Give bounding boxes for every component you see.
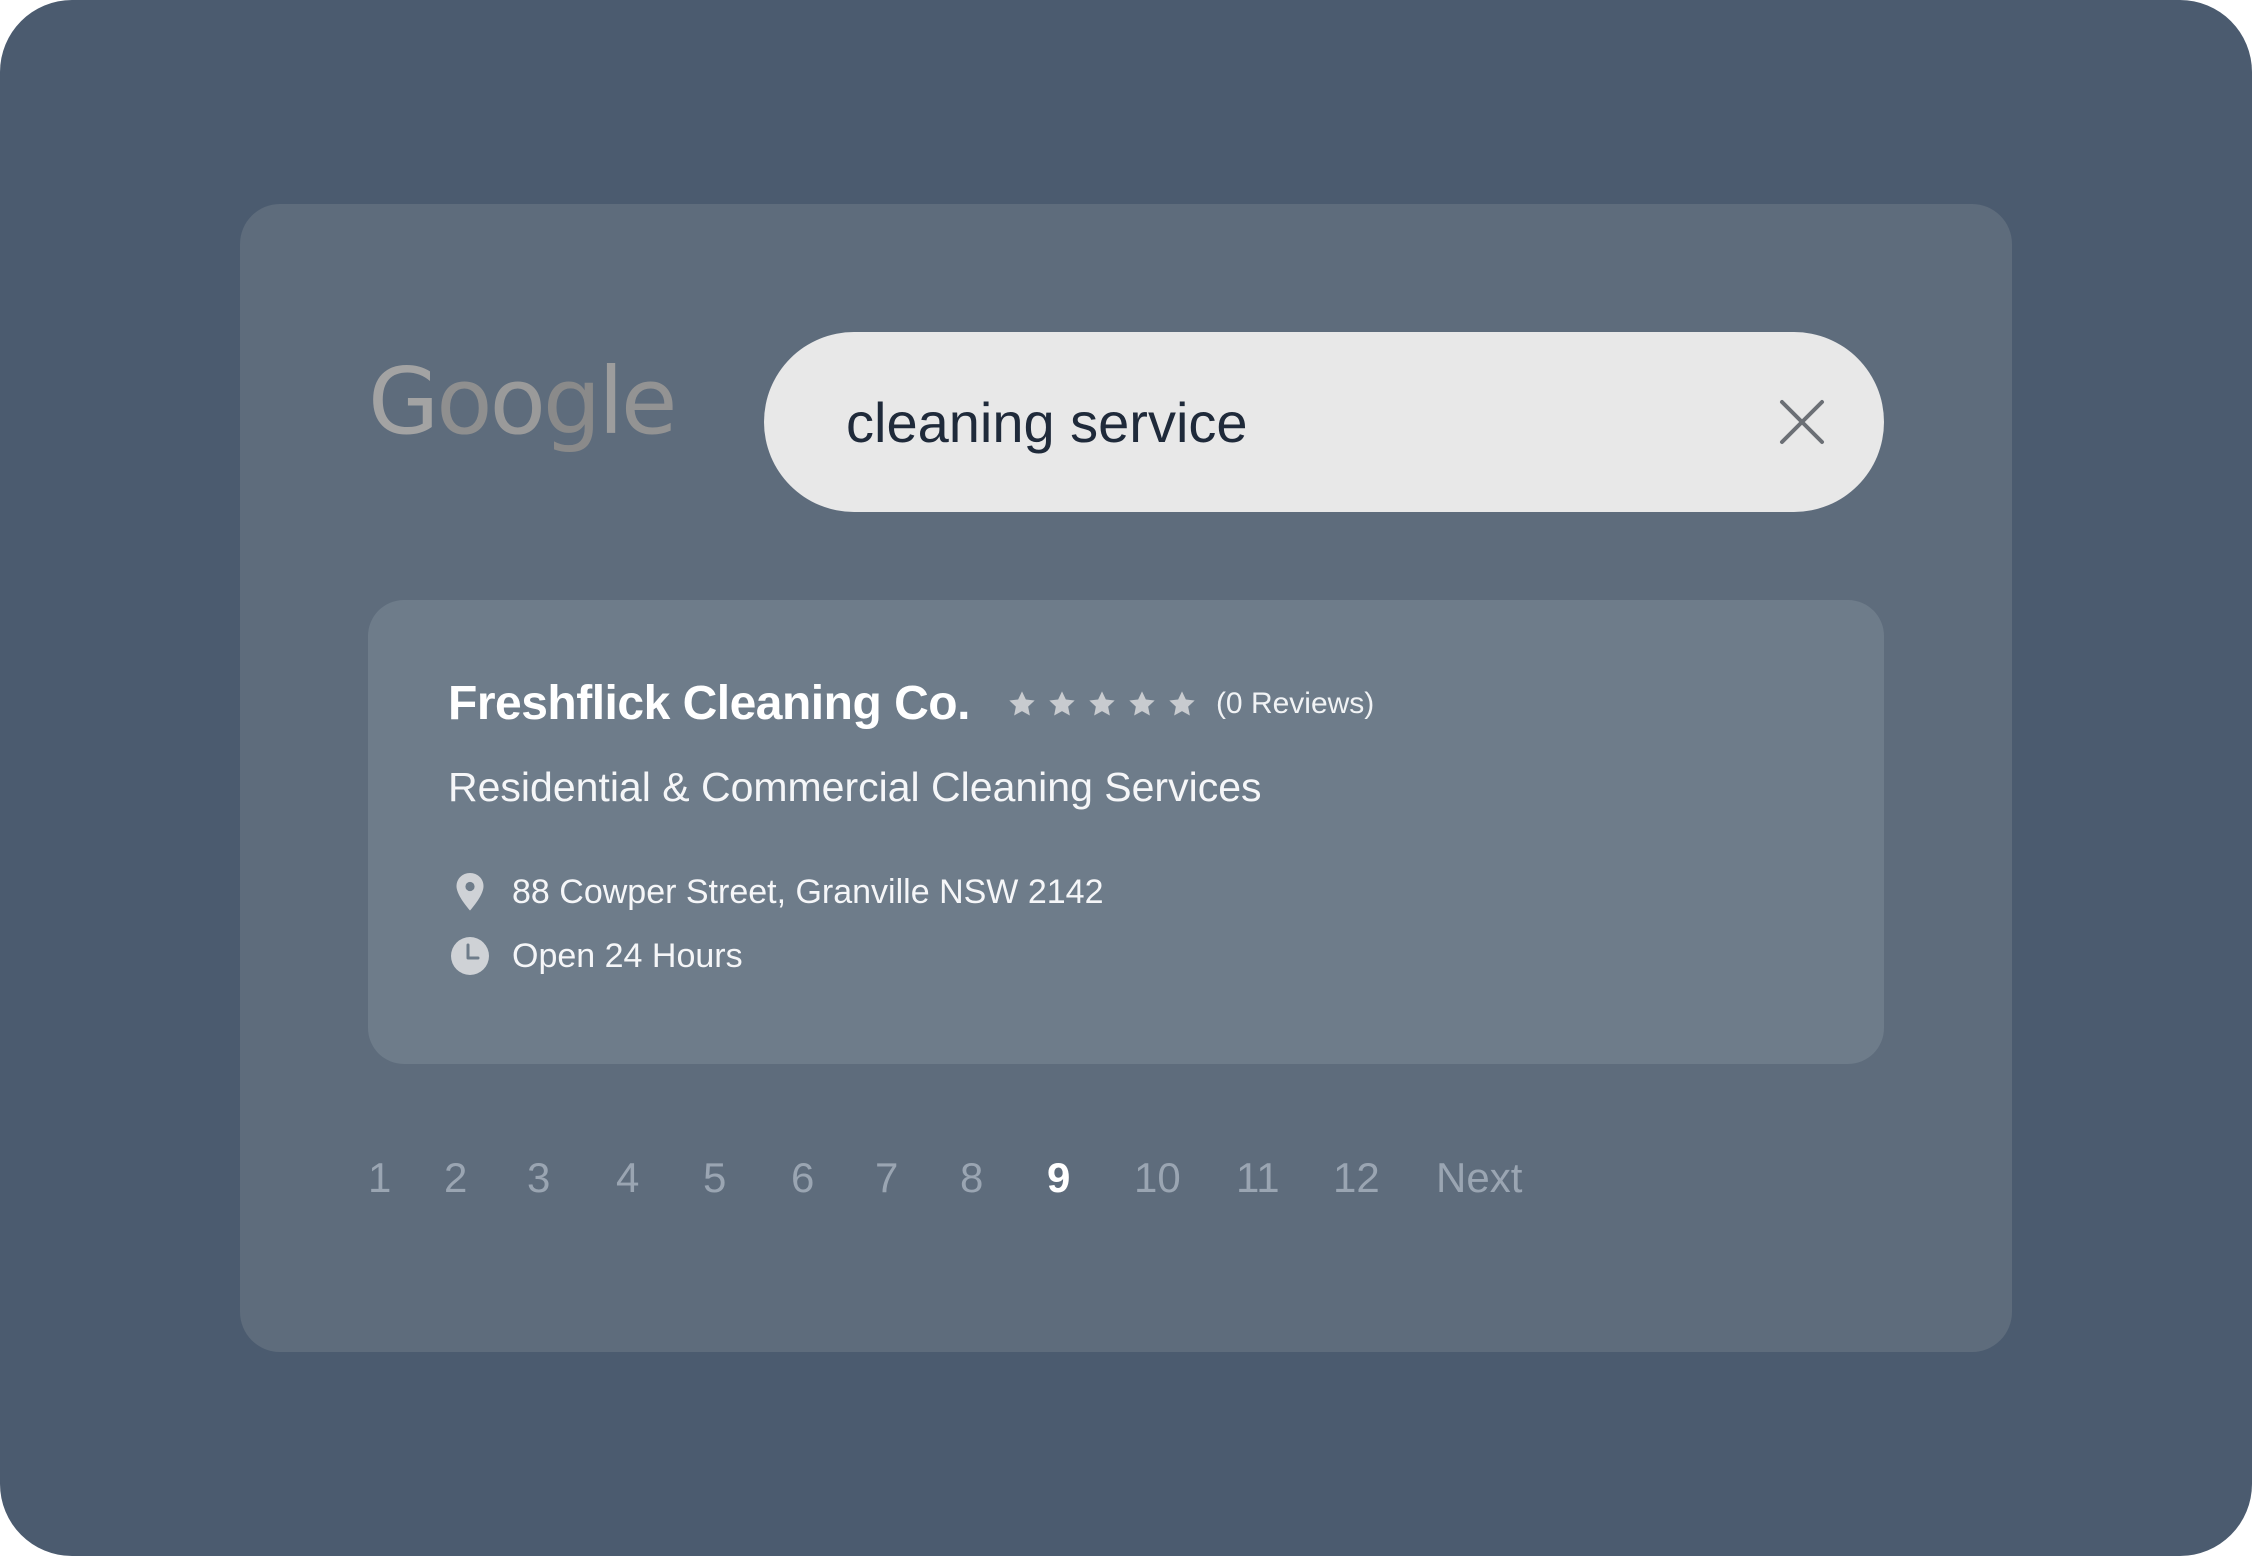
clock-icon [451,937,489,975]
hours-row: Open 24 Hours [448,934,743,978]
star-icon [1169,690,1195,715]
search-input[interactable] [846,382,1706,462]
address-row[interactable]: 88 Cowper Street, Granville NSW 2142 [448,870,1103,914]
business-result-card: Freshflick Cleaning Co. (0 Reviews) Resi… [368,600,1884,1064]
page-link-9-current[interactable]: 9 [1047,1148,1070,1208]
search-results-panel: Google Freshflick Cleaning Co. (0 Review… [240,204,2012,1352]
search-bar [764,332,1884,512]
result-title-row: Freshflick Cleaning Co. (0 Reviews) [448,676,1374,731]
star-icon [1009,690,1035,715]
pagination: 1 2 3 4 5 6 7 8 9 10 11 12 Next [368,1148,1768,1208]
page-link-2[interactable]: 2 [444,1148,467,1208]
review-count[interactable]: (0 Reviews) [1216,687,1374,721]
page-link-1[interactable]: 1 [368,1148,391,1208]
business-description: Residential & Commercial Cleaning Servic… [448,764,1262,810]
page-link-12[interactable]: 12 [1333,1148,1380,1208]
star-icon [1129,690,1155,715]
page-link-8[interactable]: 8 [960,1148,983,1208]
page-link-7[interactable]: 7 [875,1148,898,1208]
page-link-11[interactable]: 11 [1236,1148,1280,1208]
page-link-5[interactable]: 5 [703,1148,726,1208]
page-link-10[interactable]: 10 [1134,1148,1181,1208]
page-link-4[interactable]: 4 [616,1148,639,1208]
location-pin-icon [456,873,484,911]
star-icon [1049,690,1075,715]
business-name-link[interactable]: Freshflick Cleaning Co. [448,676,970,731]
background-frame: Google Freshflick Cleaning Co. (0 Review… [0,0,2252,1556]
star-rating [1006,688,1206,720]
next-page-link[interactable]: Next [1436,1148,1522,1208]
hours-text: Open 24 Hours [512,936,743,975]
google-logo: Google [368,348,677,455]
page-link-6[interactable]: 6 [791,1148,814,1208]
close-icon[interactable] [1770,390,1834,454]
page-link-3[interactable]: 3 [527,1148,550,1208]
star-icon [1089,690,1115,715]
address-text: 88 Cowper Street, Granville NSW 2142 [512,872,1104,911]
